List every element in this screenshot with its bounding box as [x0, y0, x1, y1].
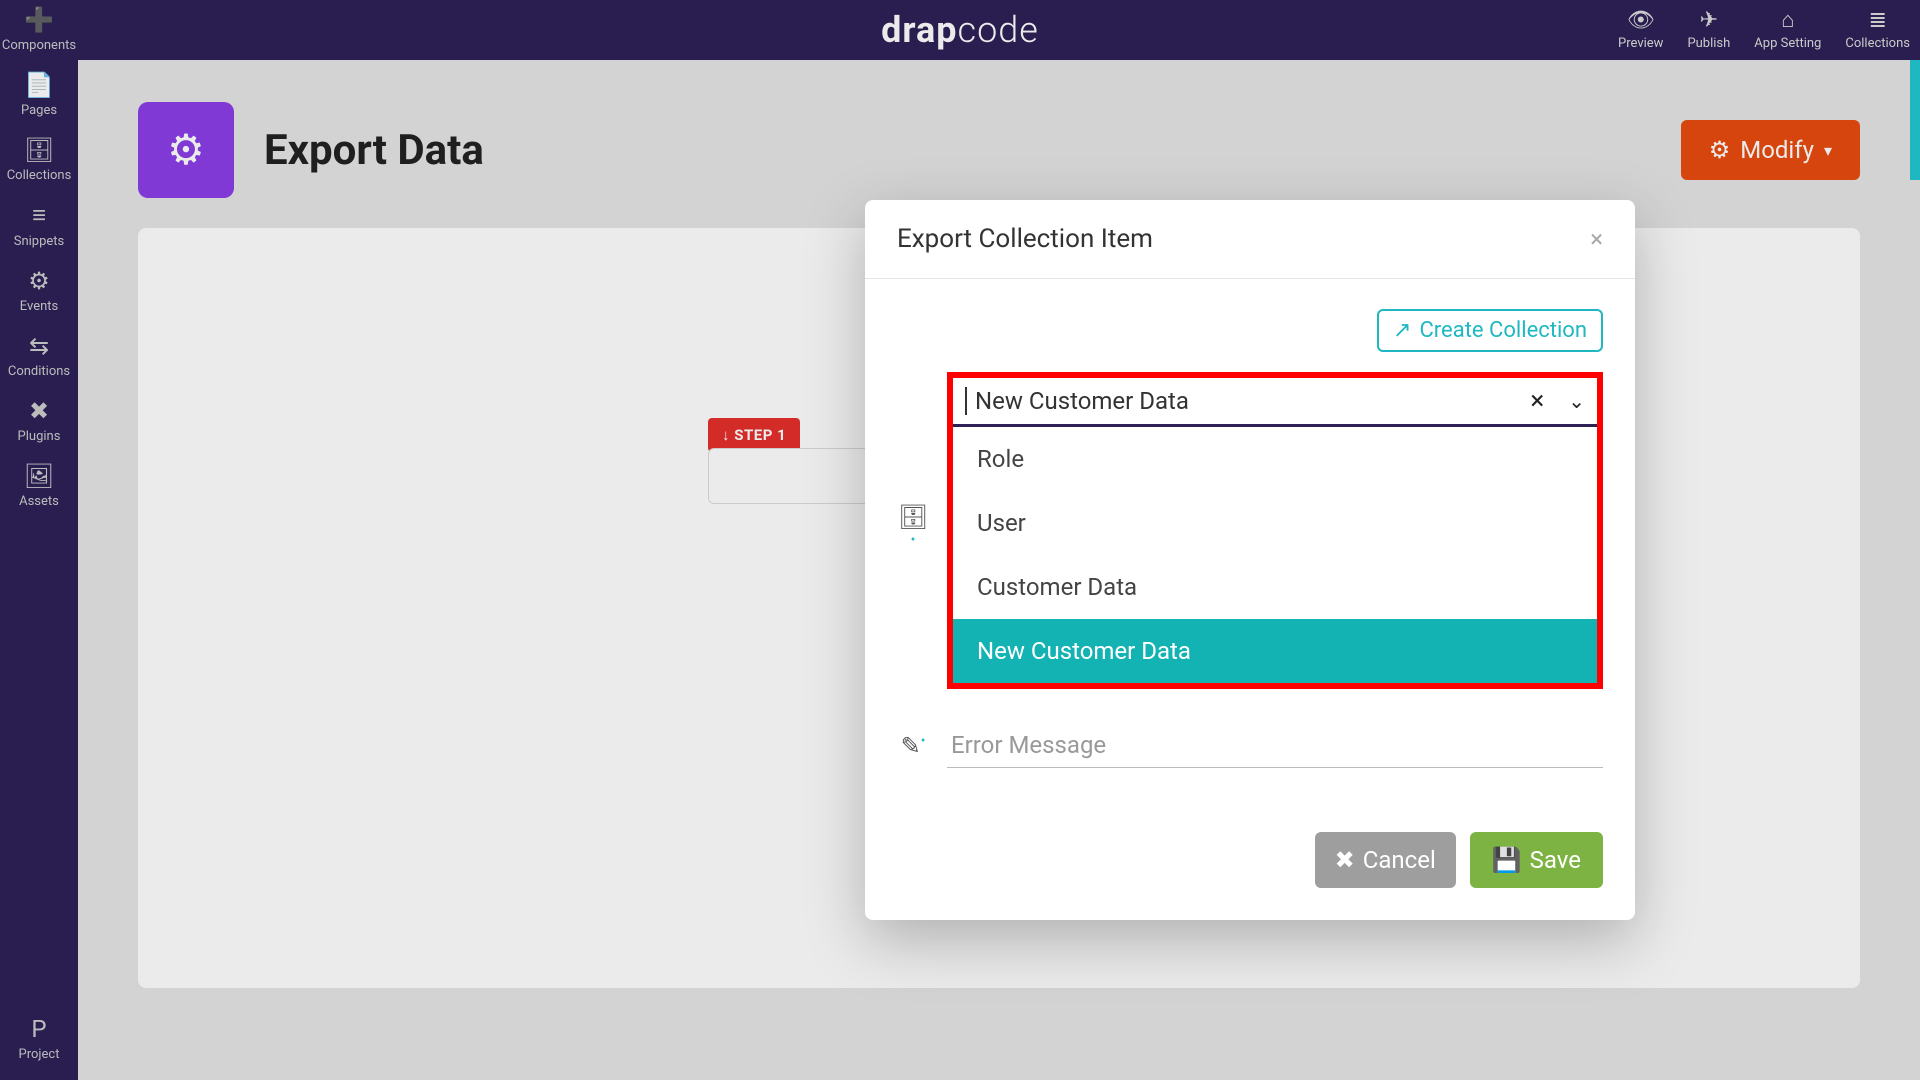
collection-select-annotated: New Customer Data × ⌄ Role User Customer… — [947, 372, 1603, 689]
modal-header: Export Collection Item × — [865, 200, 1635, 279]
option-customer-data[interactable]: Customer Data — [953, 555, 1597, 619]
error-message-row: ✎• — [897, 723, 1603, 768]
modal-title: Export Collection Item — [897, 224, 1153, 254]
pencil-field-icon: ✎• — [897, 732, 929, 760]
option-role[interactable]: Role — [953, 427, 1597, 491]
modal-body: ↗ Create Collection 🗄• New Customer Data… — [865, 279, 1635, 812]
database-field-icon: 🗄• — [897, 503, 929, 559]
modal-close-button[interactable]: × — [1590, 225, 1603, 253]
collection-select-row: 🗄• New Customer Data × ⌄ Role User Custo… — [897, 372, 1603, 689]
external-link-icon: ↗ — [1393, 318, 1411, 343]
scrollbar[interactable] — [1910, 60, 1920, 180]
create-collection-label: Create Collection — [1419, 318, 1587, 343]
export-modal: Export Collection Item × ↗ Create Collec… — [865, 200, 1635, 920]
option-user[interactable]: User — [953, 491, 1597, 555]
close-icon: ✖ — [1335, 846, 1355, 874]
collection-options: Role User Customer Data New Customer Dat… — [953, 427, 1597, 683]
collection-select-value: New Customer Data — [965, 387, 1530, 415]
save-label: Save — [1530, 846, 1581, 874]
error-message-input[interactable] — [947, 723, 1603, 768]
modal-footer: ✖ Cancel 💾 Save — [865, 812, 1635, 920]
chevron-down-icon[interactable]: ⌄ — [1568, 389, 1585, 413]
create-collection-button[interactable]: ↗ Create Collection — [1377, 309, 1603, 352]
cancel-button[interactable]: ✖ Cancel — [1315, 832, 1456, 888]
option-new-customer-data[interactable]: New Customer Data — [953, 619, 1597, 683]
select-clear-button[interactable]: × — [1530, 386, 1544, 416]
cancel-label: Cancel — [1363, 846, 1436, 874]
collection-select[interactable]: New Customer Data × ⌄ — [953, 378, 1597, 427]
save-button[interactable]: 💾 Save — [1470, 832, 1603, 888]
save-icon: 💾 — [1492, 846, 1522, 874]
